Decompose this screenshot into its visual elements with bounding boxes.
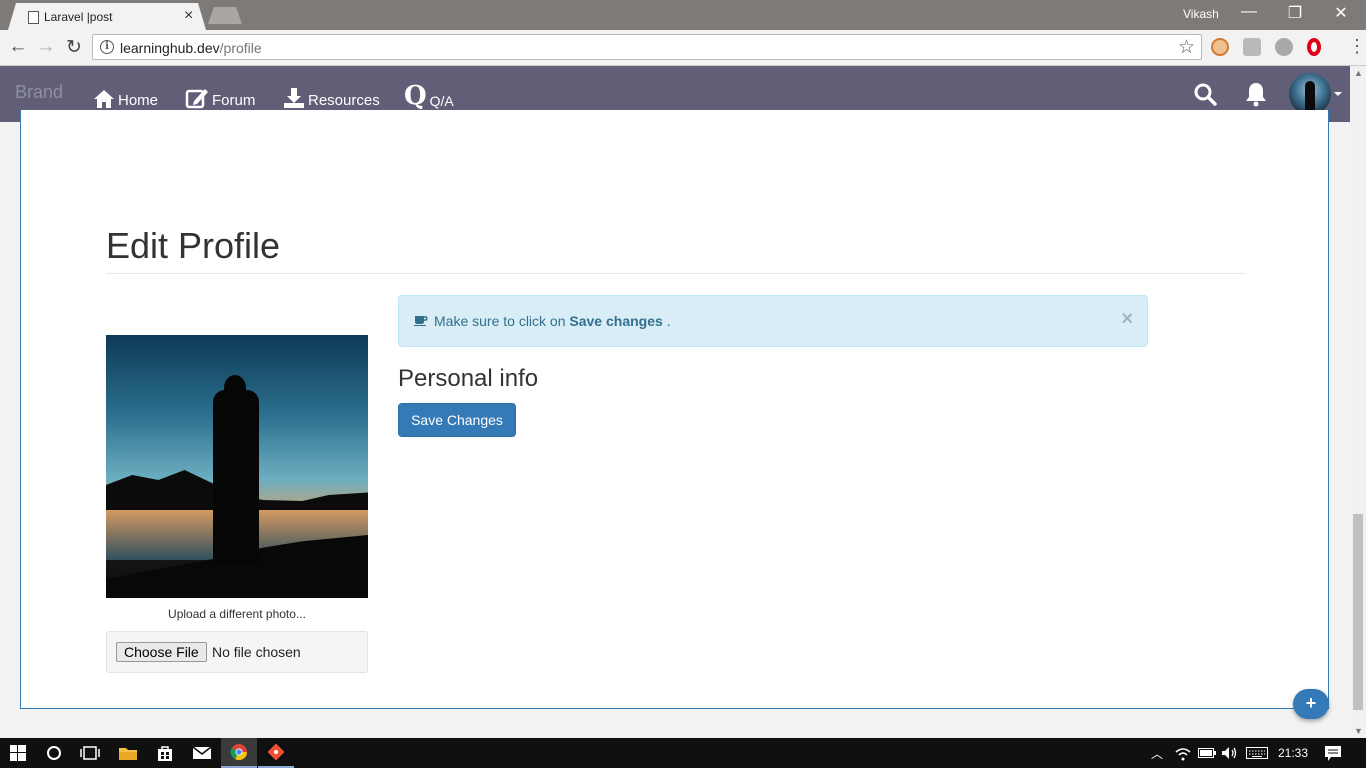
url-text[interactable]: learninghub.dev/profile (120, 40, 262, 56)
browser-titlebar: Laravel |post × Vikash — ❐ ✕ (0, 0, 1366, 30)
search-icon[interactable] (1193, 82, 1217, 106)
tray-chevron-icon[interactable]: ︿ (1151, 745, 1163, 762)
store-button[interactable] (147, 738, 183, 768)
save-changes-button[interactable]: Save Changes (398, 403, 516, 437)
opera-extension-icon[interactable] (1307, 38, 1321, 56)
battery-icon[interactable] (1198, 748, 1216, 758)
url-path: /profile (219, 40, 262, 56)
drive-extension-icon[interactable] (1243, 38, 1261, 56)
url-host: learninghub.dev (120, 40, 220, 56)
reload-button[interactable]: ↻ (62, 36, 86, 59)
mail-button[interactable] (184, 738, 220, 768)
nav-qa[interactable]: Q Q/A (404, 79, 454, 109)
title-divider (106, 273, 1245, 274)
cortana-icon (47, 746, 61, 760)
page-title: Edit Profile (106, 225, 281, 266)
restore-button[interactable]: ❐ (1272, 3, 1318, 23)
wifi-icon[interactable] (1175, 747, 1191, 761)
alert-close-icon[interactable]: × (1121, 308, 1133, 331)
nav-qa-label: Q/A (429, 93, 454, 109)
bookmark-star-icon[interactable]: ☆ (1178, 36, 1195, 59)
notifications-icon[interactable] (1325, 746, 1341, 761)
mail-icon (193, 746, 211, 759)
tab-title: Laravel |post (44, 10, 113, 24)
user-menu[interactable] (1289, 73, 1342, 115)
info-alert: Make sure to click on Save changes . × (398, 295, 1148, 347)
chrome-taskbar-button[interactable] (221, 738, 257, 768)
page-scrollbar[interactable]: ▲ ▼ (1350, 66, 1366, 738)
taskbar: ︿ 21:33 (0, 738, 1366, 768)
scroll-down-icon[interactable]: ▼ (1354, 726, 1363, 736)
bell-icon[interactable] (1244, 81, 1268, 107)
nav-home-label: Home (118, 92, 159, 109)
forward-button[interactable]: → (34, 36, 58, 58)
home-icon (94, 90, 114, 108)
address-toolbar: ← → ↻ i learninghub.dev/profile ☆ ⋮ (0, 30, 1366, 66)
scroll-up-icon[interactable]: ▲ (1354, 68, 1363, 78)
alert-prefix: Make sure to click on (434, 313, 566, 329)
back-button[interactable]: ← (6, 36, 30, 58)
edit-icon (185, 89, 208, 109)
volume-icon[interactable] (1221, 746, 1239, 760)
nav-resources[interactable]: Resources (283, 79, 380, 109)
git-icon (267, 743, 285, 761)
alert-suffix: . (666, 313, 671, 329)
task-view-icon (80, 746, 100, 760)
task-view-button[interactable] (72, 738, 108, 768)
file-explorer-button[interactable] (110, 738, 146, 768)
avatar (1289, 73, 1331, 115)
nav-resources-label: Resources (308, 92, 380, 109)
add-floating-button[interactable]: + (1293, 689, 1329, 719)
scroll-thumb[interactable] (1353, 514, 1363, 710)
git-taskbar-button[interactable] (258, 738, 294, 768)
file-status: No file chosen (212, 644, 301, 660)
profile-photo (106, 335, 368, 598)
chevron-down-icon (1334, 92, 1342, 96)
browser-tab[interactable]: Laravel |post × (8, 3, 206, 30)
nav-forum[interactable]: Forum (185, 79, 255, 109)
cortana-button[interactable] (36, 738, 72, 768)
browser-menu-icon[interactable]: ⋮ (1348, 36, 1366, 57)
nav-forum-label: Forum (212, 92, 256, 109)
file-upload: Choose File No file chosen (106, 631, 368, 673)
nav-home[interactable]: Home (93, 79, 158, 109)
photo-caption: Upload a different photo... (168, 607, 306, 621)
download-icon (284, 88, 304, 108)
window-close-button[interactable]: ✕ (1318, 3, 1364, 23)
chrome-icon (230, 744, 248, 761)
folder-icon (119, 748, 137, 760)
start-button[interactable] (0, 738, 36, 768)
windows-icon (10, 745, 26, 761)
profile-panel: Edit Profile Upload a different photo...… (20, 110, 1329, 709)
coffee-icon (414, 316, 428, 326)
alert-message: Make sure to click on Save changes . (434, 313, 671, 329)
personal-info-heading: Personal info (398, 365, 539, 392)
keyboard-icon[interactable] (1246, 747, 1268, 759)
alert-emphasis: Save changes (569, 313, 663, 329)
document-icon (28, 11, 39, 24)
new-tab-button[interactable] (208, 7, 242, 24)
cookie-extension-icon[interactable] (1211, 38, 1229, 56)
tab-close-icon[interactable]: × (184, 7, 193, 25)
extension-icon[interactable] (1275, 38, 1293, 56)
profile-name[interactable]: Vikash (1183, 7, 1219, 21)
address-bar[interactable]: i learninghub.dev/profile ☆ (92, 34, 1202, 60)
info-icon[interactable]: i (100, 40, 114, 54)
clock[interactable]: 21:33 (1278, 746, 1308, 760)
choose-file-button[interactable]: Choose File (116, 642, 207, 662)
minimize-button[interactable]: — (1226, 3, 1272, 21)
store-icon (158, 746, 172, 761)
q-icon: Q (404, 81, 427, 111)
brand-link[interactable]: Brand (15, 82, 63, 103)
